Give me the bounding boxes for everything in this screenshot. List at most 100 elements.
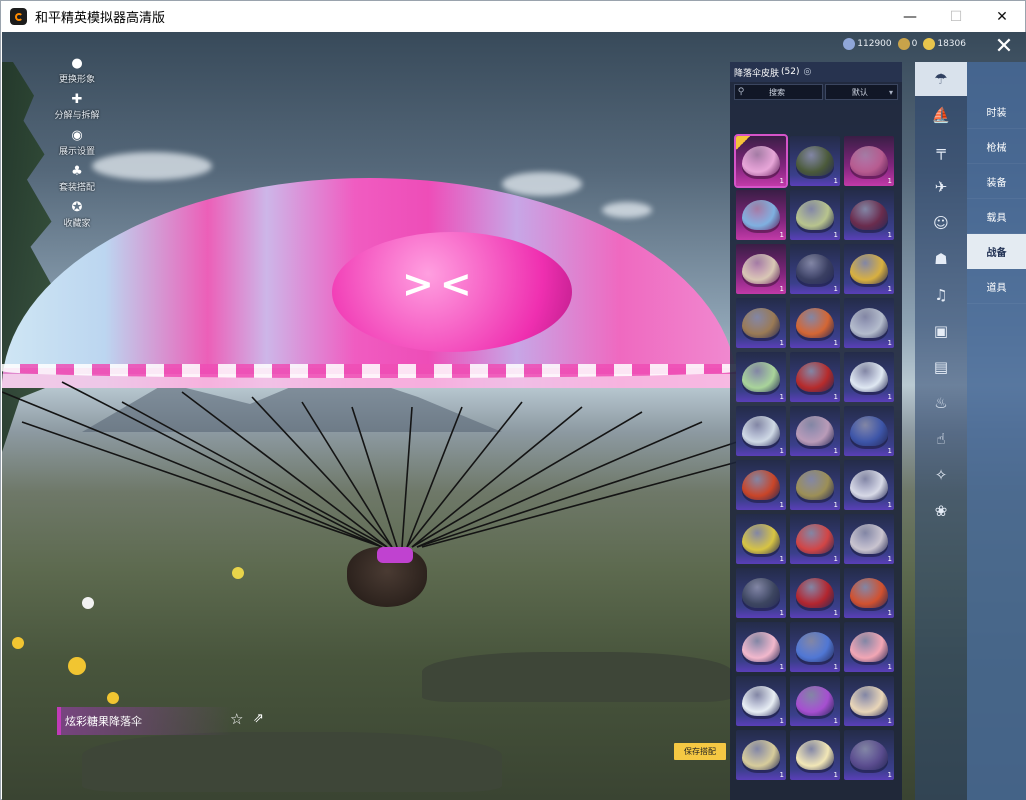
- skin-tile[interactable]: 1: [736, 622, 786, 672]
- skin-tile[interactable]: 1: [736, 190, 786, 240]
- skin-tile[interactable]: 1: [844, 298, 894, 348]
- skin-tile[interactable]: 1: [790, 136, 840, 186]
- skin-tile[interactable]: 1: [736, 244, 786, 294]
- skin-tile[interactable]: 1: [790, 406, 840, 456]
- close-button[interactable]: ✕: [979, 1, 1025, 32]
- skin-tile[interactable]: 1: [844, 136, 894, 186]
- parachute-thumbnail: [742, 254, 780, 284]
- skin-tile[interactable]: 1: [736, 298, 786, 348]
- frame-icon[interactable]: ▣: [915, 314, 967, 348]
- parachute-thumbnail: [796, 416, 834, 446]
- left-side-menu: ● 更换形象 ✚ 分解与拆解 ◉ 展示设置 ♣ 套装搭配 ✪ 收藏家: [47, 56, 107, 236]
- skin-tile[interactable]: 1: [790, 514, 840, 564]
- chevron-down-icon: ▾: [888, 87, 893, 97]
- sort-dropdown[interactable]: 默认 ▾: [824, 84, 898, 100]
- skin-tile[interactable]: 1: [790, 352, 840, 402]
- gun-icon[interactable]: ╤: [915, 134, 967, 168]
- skin-tile[interactable]: 1: [844, 568, 894, 618]
- skin-tile[interactable]: 1: [844, 352, 894, 402]
- parachute-thumbnail: [850, 470, 888, 500]
- left-menu-item-2[interactable]: ◉ 展示设置: [47, 128, 107, 157]
- panel-count: (52): [781, 67, 800, 77]
- tab-5[interactable]: 道具: [967, 269, 1026, 304]
- skin-tile[interactable]: 1: [844, 406, 894, 456]
- maximize-button[interactable]: ☐: [933, 1, 979, 32]
- skin-tile[interactable]: 1: [844, 676, 894, 726]
- skin-tile[interactable]: 1: [844, 730, 894, 780]
- panel-title: 降落伞皮肤: [734, 68, 780, 79]
- picture-icon[interactable]: ▤: [915, 350, 967, 384]
- parachute-thumbnail: [850, 308, 888, 338]
- boat-icon[interactable]: ⛵: [915, 98, 967, 132]
- skin-tile[interactable]: 1: [736, 406, 786, 456]
- tab-2[interactable]: 装备: [967, 164, 1026, 199]
- spray-icon[interactable]: ♨: [915, 386, 967, 420]
- skin-tile[interactable]: 1: [736, 568, 786, 618]
- item-count: 1: [887, 555, 892, 563]
- tab-0[interactable]: 时装: [967, 94, 1026, 129]
- tab-3[interactable]: 载具: [967, 199, 1026, 234]
- search-input[interactable]: ⚲ 搜索: [734, 84, 823, 100]
- skin-tile[interactable]: 1: [736, 460, 786, 510]
- item-count: 1: [779, 501, 784, 509]
- skin-tile[interactable]: 1: [844, 514, 894, 564]
- search-placeholder: 搜索: [769, 87, 785, 97]
- tab-1[interactable]: 枪械: [967, 129, 1026, 164]
- plane-icon[interactable]: ✈: [915, 170, 967, 204]
- sound-icon[interactable]: ♫: [915, 278, 967, 312]
- skin-tile[interactable]: 1: [790, 730, 840, 780]
- category-tabs: 时装 枪械 装备 载具 战备 道具: [967, 62, 1026, 800]
- item-count: 1: [779, 717, 784, 725]
- app-window: 和平精英模拟器高清版 — ☐ ✕ >< ● 更换形象 ✚ 分解与拆解 ◉ 展示设…: [0, 0, 1026, 800]
- skin-tile[interactable]: 1: [790, 190, 840, 240]
- minimize-button[interactable]: —: [887, 1, 933, 32]
- skin-tile[interactable]: 1: [736, 514, 786, 564]
- item-count: 1: [779, 447, 784, 455]
- share-icon[interactable]: ⇗: [253, 711, 269, 727]
- parachute-thumbnail: [796, 146, 834, 176]
- favorite-star-icon[interactable]: ☆: [230, 710, 248, 728]
- item-count: 1: [887, 393, 892, 401]
- robot-icon[interactable]: ☗: [915, 242, 967, 276]
- left-menu-label: 更换形象: [58, 75, 95, 85]
- parachute-thumbnail: [742, 308, 780, 338]
- token-icon: [897, 38, 910, 50]
- skin-tile[interactable]: 1: [734, 134, 788, 188]
- tab-4[interactable]: 战备: [967, 234, 1026, 269]
- skin-tile[interactable]: 1: [790, 622, 840, 672]
- close-panel-icon[interactable]: ✕: [989, 35, 1019, 61]
- pet-icon[interactable]: ❀: [915, 494, 967, 528]
- parachute-thumbnail: [796, 254, 834, 284]
- parachute-thumbnail: [742, 146, 780, 176]
- skin-tile[interactable]: 1: [790, 298, 840, 348]
- skin-tile[interactable]: 1: [790, 568, 840, 618]
- skin-tile[interactable]: 1: [736, 730, 786, 780]
- left-menu-item-3[interactable]: ♣ 套装搭配: [47, 164, 107, 193]
- skin-tile[interactable]: 1: [736, 676, 786, 726]
- left-menu-item-1[interactable]: ✚ 分解与拆解: [47, 92, 107, 121]
- person-icon: ●: [71, 56, 83, 71]
- item-count: 1: [833, 663, 838, 671]
- left-menu-item-0[interactable]: ● 更换形象: [47, 56, 107, 85]
- skin-tile[interactable]: 1: [844, 190, 894, 240]
- parachute-icon[interactable]: ☂: [915, 62, 967, 96]
- coupon-icon: [843, 38, 856, 50]
- title-bar: 和平精英模拟器高清版 — ☐ ✕: [1, 1, 1025, 32]
- eye-icon[interactable]: ◎: [804, 67, 812, 77]
- emote-icon[interactable]: ☺: [915, 206, 967, 240]
- skin-grid: 1 1 1 1 1 1 1 1 1 1 1 1 1 1 1 1 1 1 1 1 1 1 1 1 1 1 1 1 1 1 1 1 1 1 1 1: [734, 134, 898, 780]
- skin-tile[interactable]: 1: [790, 676, 840, 726]
- skin-tile[interactable]: 1: [844, 244, 894, 294]
- flower: [232, 567, 244, 579]
- skin-tile[interactable]: 1: [790, 460, 840, 510]
- wand-icon[interactable]: ✧: [915, 458, 967, 492]
- skin-tile[interactable]: 1: [790, 244, 840, 294]
- item-count: 1: [887, 177, 892, 185]
- gesture-icon[interactable]: ☝: [915, 422, 967, 456]
- save-outfit-button[interactable]: 保存搭配: [674, 743, 726, 760]
- skin-tile[interactable]: 1: [844, 460, 894, 510]
- skin-tile[interactable]: 1: [736, 352, 786, 402]
- cloud: [602, 202, 652, 218]
- left-menu-item-4[interactable]: ✪ 收藏家: [47, 200, 107, 229]
- skin-tile[interactable]: 1: [844, 622, 894, 672]
